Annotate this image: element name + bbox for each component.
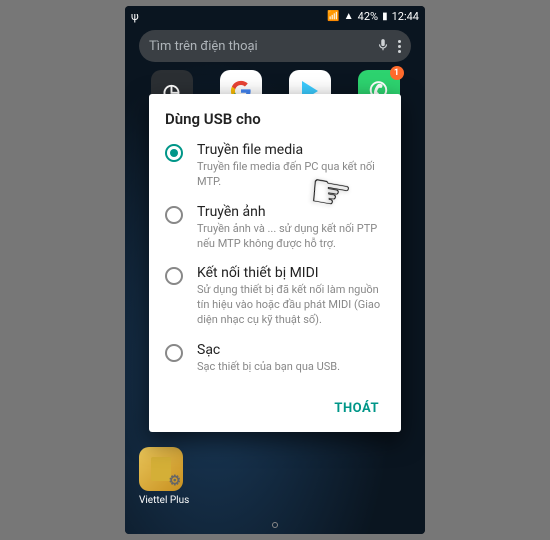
status-left: ψ [131, 10, 139, 23]
search-bar[interactable]: Tìm trên điện thoại [139, 30, 411, 62]
phone-frame: ψ 📶 ▲ 42% ▮ 12:44 Tìm trên điện thoại ◷ … [125, 6, 425, 534]
radio-icon[interactable] [165, 344, 183, 362]
dialog-title: Dùng USB cho [165, 110, 385, 128]
option-desc: Truyền file media đến PC qua kết nối MTP… [197, 160, 385, 190]
wifi-icon: ▲ [344, 11, 354, 22]
option-desc: Truyền ảnh và ... sử dụng kết nối PTP nế… [197, 222, 385, 252]
overflow-menu-icon[interactable] [398, 40, 401, 53]
dialog-actions: THOÁT [165, 389, 385, 424]
option-charge[interactable]: Sạc Sạc thiết bị của bạn qua USB. [165, 342, 385, 375]
option-title: Kết nối thiết bị MIDI [197, 265, 385, 281]
search-placeholder: Tìm trên điện thoại [149, 39, 376, 54]
usb-dialog: Dùng USB cho Truyền file media Truyền fi… [149, 94, 401, 432]
notification-badge: 1 [390, 66, 404, 80]
battery-icon: ▮ [382, 11, 388, 22]
usb-connected-icon: ψ [131, 10, 139, 23]
radio-icon[interactable] [165, 206, 183, 224]
status-right: 📶 ▲ 42% ▮ 12:44 [327, 10, 419, 23]
battery-percent: 42% [358, 10, 378, 23]
clock-time: 12:44 [392, 10, 419, 23]
exit-button[interactable]: THOÁT [328, 393, 385, 424]
home-indicator-icon[interactable] [272, 522, 278, 528]
option-title: Truyền ảnh [197, 204, 385, 220]
option-title: Truyền file media [197, 142, 385, 158]
status-bar: ψ 📶 ▲ 42% ▮ 12:44 [125, 6, 425, 26]
gear-icon: ⚙ [168, 473, 181, 489]
signal-icon: 📶 [327, 11, 339, 22]
radio-icon[interactable] [165, 267, 183, 285]
app-label: Viettel Plus [139, 495, 189, 506]
option-title: Sạc [197, 342, 340, 358]
option-desc: Sạc thiết bị của bạn qua USB. [197, 360, 340, 375]
radio-icon[interactable] [165, 144, 183, 162]
option-midi[interactable]: Kết nối thiết bị MIDI Sử dụng thiết bị đ… [165, 265, 385, 328]
viettel-plus-app[interactable]: ⚙ Viettel Plus [139, 447, 189, 506]
mic-icon[interactable] [376, 37, 390, 56]
option-photo-transfer[interactable]: Truyền ảnh Truyền ảnh và ... sử dụng kết… [165, 204, 385, 252]
option-desc: Sử dụng thiết bị đã kết nối làm nguồn tí… [197, 283, 385, 328]
sim-app-icon: ⚙ [139, 447, 183, 491]
